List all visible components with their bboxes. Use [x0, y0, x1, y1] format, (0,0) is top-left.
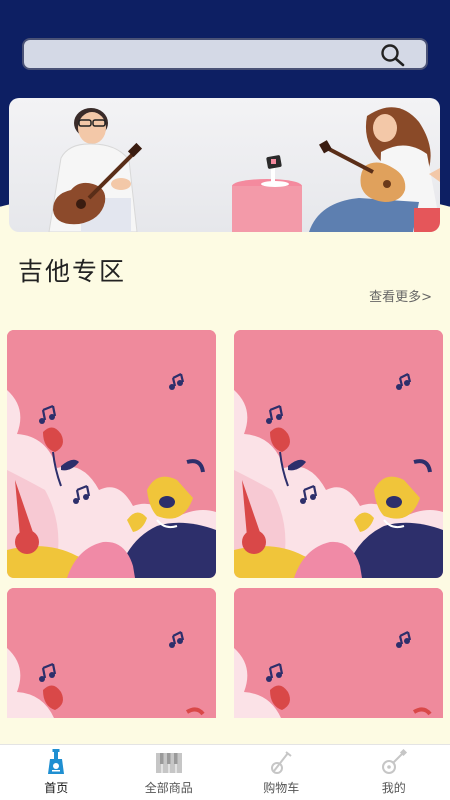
- product-card[interactable]: [234, 330, 443, 578]
- bottom-tab-bar: 首页 全部商品 购物车 我的: [0, 744, 450, 800]
- tab-label: 全部商品: [144, 781, 193, 795]
- tab-label: 我的: [381, 781, 406, 795]
- product-image: [7, 588, 216, 718]
- tab-profile[interactable]: 我的: [338, 745, 450, 800]
- guitar-profile-icon: [381, 749, 407, 774]
- banner-illustration: [48, 107, 440, 232]
- product-image: [7, 330, 216, 578]
- product-card[interactable]: [234, 588, 443, 718]
- piano-icon: [155, 753, 182, 773]
- guitar-home-icon: [48, 749, 65, 774]
- search-bar[interactable]: [22, 38, 428, 70]
- view-more-link[interactable]: 查看更多>: [369, 286, 432, 305]
- product-grid: [0, 328, 450, 718]
- search-input[interactable]: [34, 43, 364, 65]
- search-icon[interactable]: [380, 43, 406, 67]
- product-card[interactable]: [7, 588, 216, 718]
- product-image: [234, 588, 443, 718]
- tab-all-products[interactable]: 全部商品: [113, 745, 226, 800]
- tab-label: 首页: [44, 781, 69, 795]
- product-image: [234, 330, 443, 578]
- promo-banner[interactable]: [9, 98, 440, 232]
- tab-cart[interactable]: 购物车: [225, 745, 338, 800]
- tab-home[interactable]: 首页: [0, 745, 113, 800]
- section-title: 吉他专区: [18, 257, 127, 286]
- guitar-cart-icon: [271, 751, 292, 774]
- tab-label: 购物车: [263, 781, 300, 795]
- product-card[interactable]: [7, 330, 216, 578]
